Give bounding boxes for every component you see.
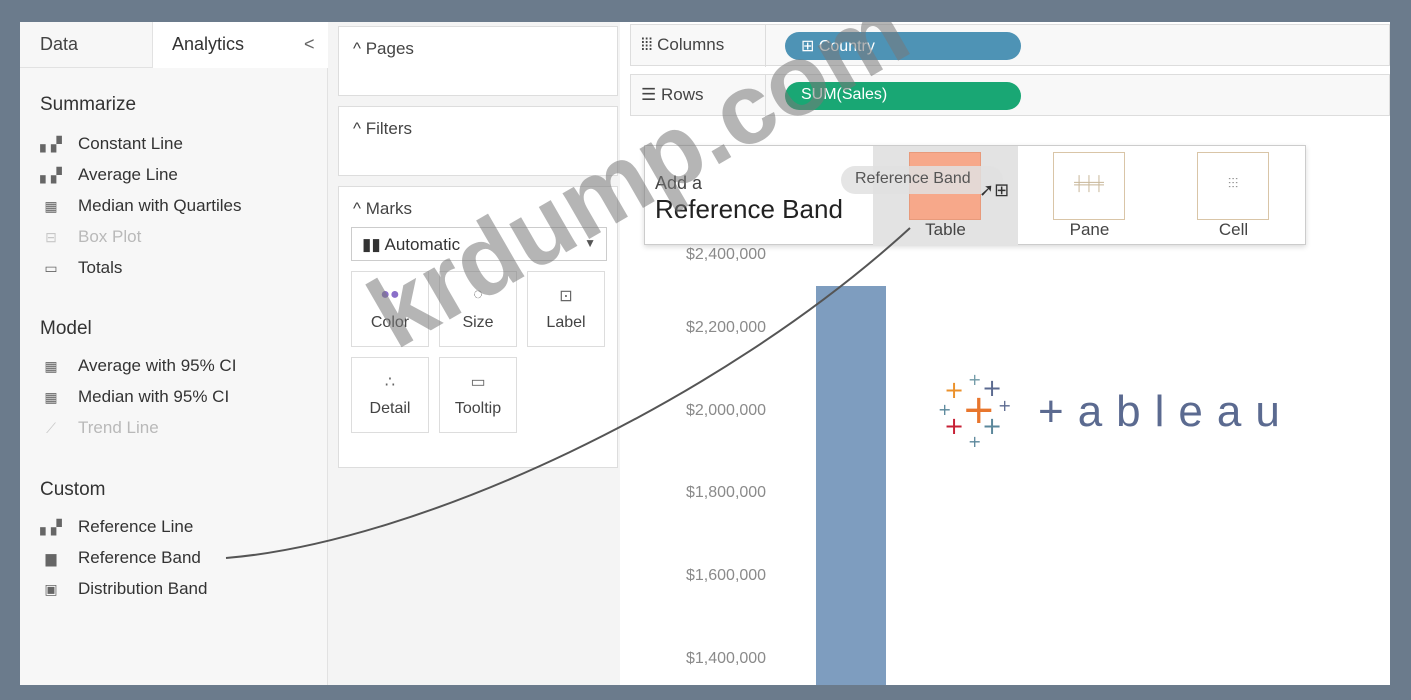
trend-line-icon: ⟋ [46,419,56,436]
filters-title: ^ Filters [353,119,412,138]
pane-option-label: Pane [1069,220,1110,239]
rows-label: ☰ Rows [641,85,704,104]
size-icon: ◌ [473,286,483,303]
totals-icon: ▭ [44,259,58,276]
box-plot-item: ⊟ Box Plot [40,227,141,247]
shelf-divider [765,75,766,117]
cell-scope-icon: ⫶⫶⫶ [1197,152,1269,220]
tab-analytics[interactable]: Analytics [172,34,244,55]
average-line-item[interactable]: ▖▞ Average Line [40,165,178,185]
detail-icon: ∴ [384,374,396,391]
constant-line-icon: ▖▞ [40,135,62,152]
tableau-window: Data Analytics < Summarize ▖▞ Constant Li… [20,22,1390,685]
rows-shelf[interactable]: ☰ Rows SUM(Sales) [630,74,1390,117]
tooltip-button[interactable]: ▭ Tooltip [439,357,517,433]
dropzone-add-label: Add a [655,173,703,193]
y-tick: $2,000,000 [686,402,767,419]
color-button[interactable]: ●● Color [351,271,429,347]
average-line-icon: ▖▞ [40,166,62,183]
median-ci-icon: ▦ [44,388,58,405]
filters-card[interactable]: ^ Filters [338,106,618,176]
median-quartiles-item[interactable]: ▦ Median with Quartiles [40,196,241,216]
tooltip-icon: ▭ [470,374,486,391]
custom-heading: Custom [40,479,106,500]
reference-band-item[interactable]: ▆ Reference Band [40,548,201,568]
label-button[interactable]: ⊡ Label [527,271,605,347]
pages-card[interactable]: ^ Pages [338,26,618,96]
marks-card: ^ Marks ▮▮ Automatic ▼ ●● Color ◌ Size ⊡ La… [338,186,618,468]
view-area: ⦙⦙⦙ Columns ⊞ Country ☰ Rows SUM(Sales) … [620,22,1390,685]
columns-label: ⦙⦙⦙ Columns [641,35,725,54]
columns-shelf[interactable]: ⦙⦙⦙ Columns ⊞ Country [630,24,1390,67]
dropzone-title: Reference Band [655,194,843,224]
y-tick: $2,400,000 [686,246,767,263]
tableau-mark-icon: + + + + + + + + + [938,370,1012,451]
tab-data[interactable]: Data [40,34,78,55]
model-heading: Model [40,318,92,339]
tableau-logo: + + + + + + + + + +ableau [938,372,1294,452]
reference-line-icon: ▖▞ [40,518,62,535]
trend-line-item: ⟋ Trend Line [40,418,159,438]
tableau-wordmark: +ableau [1038,387,1294,436]
sum-sales-pill[interactable]: SUM(Sales) [785,82,1021,110]
mark-type-dropdown[interactable]: ▮▮ Automatic ▼ [351,227,607,261]
y-tick: $1,400,000 [686,650,767,667]
collapse-pane-icon[interactable]: < [304,34,315,55]
cell-option-label: Cell [1218,220,1249,239]
label-icon: ⊡ [559,288,573,305]
average-ci-icon: ▦ [44,357,58,374]
reference-line-item[interactable]: ▖▞ Reference Line [40,517,193,537]
mark-type-label: ▮▮ Automatic [362,235,461,254]
marks-title: ^ Marks [353,199,412,218]
median-quartiles-icon: ▦ [44,197,58,214]
dropzone-cell-option[interactable]: ⫶⫶⫶ Cell [1161,146,1306,246]
size-button[interactable]: ◌ Size [439,271,517,347]
summarize-heading: Summarize [40,94,137,115]
pane-scope-icon: ╪╪╪ [1053,152,1125,220]
y-tick: $2,200,000 [686,319,767,336]
pages-title: ^ Pages [353,39,414,58]
analytics-pane: Data Analytics < Summarize ▖▞ Constant Li… [20,22,330,685]
color-icon: ●● [380,286,400,303]
detail-button[interactable]: ∴ Detail [351,357,429,433]
cards-pane: ^ Pages ^ Filters ^ Marks ▮▮ Automatic ▼… [328,22,620,685]
chevron-down-icon: ▼ [584,236,596,250]
reference-band-icon: ▆ [45,549,57,566]
distribution-band-icon: ▣ [44,580,58,597]
sales-bar[interactable] [816,286,886,685]
y-tick: $1,800,000 [686,484,767,501]
country-pill[interactable]: ⊞ Country [785,32,1021,60]
reference-band-dropzone: Add a Reference Band Table ╪╪╪ Pane ⫶⫶⫶ … [644,145,1306,246]
totals-item[interactable]: ▭ Totals [40,258,122,278]
constant-line-item[interactable]: ▖▞ Constant Line [40,134,183,154]
table-option-label: Table [925,220,966,239]
shelf-divider [765,25,766,67]
box-plot-icon: ⊟ [45,228,57,245]
y-tick: $1,600,000 [686,567,767,584]
median-ci-item[interactable]: ▦ Median with 95% CI [40,387,229,407]
pane-tabs: Data Analytics < [20,22,330,68]
dropzone-pane-option[interactable]: ╪╪╪ Pane [1017,146,1162,246]
drag-cursor-icon: ➚⊞ [979,180,1010,200]
distribution-band-item[interactable]: ▣ Distribution Band [40,579,207,599]
average-ci-item[interactable]: ▦ Average with 95% CI [40,356,236,376]
